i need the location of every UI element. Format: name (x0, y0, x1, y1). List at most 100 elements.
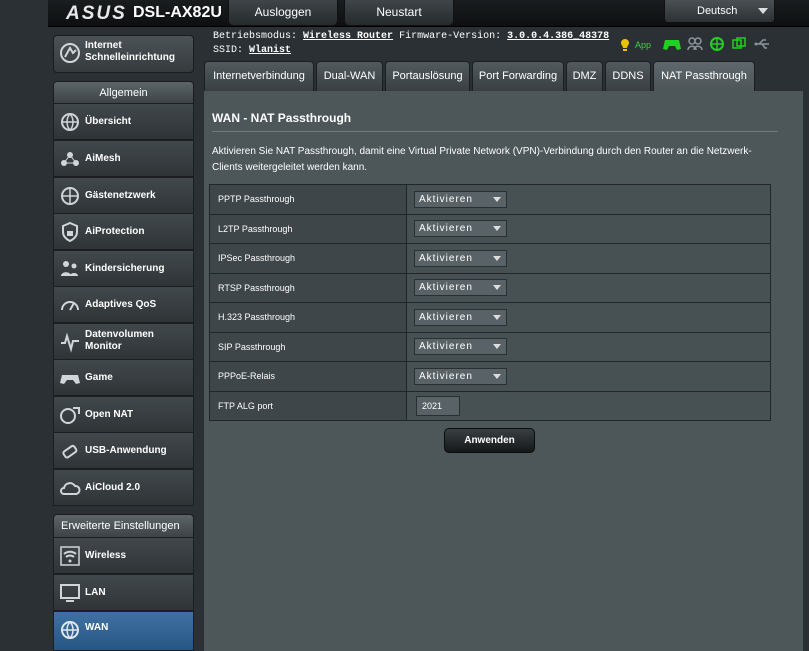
sidebar-item-label: Game (85, 372, 113, 383)
chevron-down-icon (493, 255, 501, 261)
select-value: Aktivieren (419, 311, 473, 323)
sidebar-item-wireless[interactable]: Wireless (53, 537, 194, 574)
sidebar-item-open-nat[interactable]: Open NAT (53, 396, 194, 433)
sidebar-item-aicloud[interactable]: AiCloud 2.0 (53, 469, 194, 506)
sidebar-item-aimesh[interactable]: AiMesh (53, 140, 194, 177)
l2tp-select[interactable]: Aktivieren (414, 220, 507, 238)
chevron-down-icon (493, 373, 501, 379)
wps-icon[interactable] (732, 37, 746, 51)
table-row: L2TP Passthrough Aktivieren (209, 213, 771, 244)
internet-globe-icon[interactable] (710, 37, 724, 51)
table-row: RTSP Passthrough Aktivieren (209, 272, 771, 303)
sidebar-item-label: Adaptives QoS (85, 299, 157, 310)
table-row: H.323 Passthrough Aktivieren (209, 302, 771, 333)
model-name: DSL-AX82U (133, 4, 222, 21)
main-panel: WAN - NAT Passthrough Aktivieren Sie NAT… (204, 91, 803, 651)
tab-dmz[interactable]: DMZ (566, 61, 603, 91)
sidebar-item-overview[interactable]: Übersicht (53, 103, 194, 140)
pulse-icon (61, 332, 79, 353)
mode-value[interactable]: Wireless Router (303, 31, 393, 42)
wan-globe-icon (61, 621, 79, 639)
sip-select[interactable]: Aktivieren (414, 338, 507, 356)
usb-status-icon[interactable] (754, 39, 770, 49)
ipsec-select[interactable]: Aktivieren (414, 249, 507, 267)
sidebar-item-label: AiMesh (85, 153, 121, 164)
select-value: Aktivieren (419, 370, 473, 382)
sidebar-item-label: AiProtection (85, 226, 145, 237)
tab-dual-wan[interactable]: Dual-WAN (316, 61, 383, 91)
apply-button[interactable]: Anwenden (444, 428, 535, 453)
sidebar-item-label: AiCloud 2.0 (85, 482, 141, 493)
tab-ddns[interactable]: DDNS (605, 61, 651, 91)
select-value: Aktivieren (419, 341, 473, 353)
select-value: Aktivieren (419, 252, 473, 264)
sidebar-item-lan[interactable]: LAN (53, 574, 194, 611)
ftp-alg-port-input[interactable]: 2021 (416, 395, 460, 416)
chevron-down-icon (493, 285, 501, 291)
chevron-down-icon (758, 8, 768, 14)
h323-select[interactable]: Aktivieren (414, 308, 507, 326)
table-row: SIP Passthrough Aktivieren (209, 331, 771, 362)
table-row: PPPoE-Relais Aktivieren (209, 361, 771, 392)
cloud-icon (60, 482, 81, 495)
globe-icon (61, 113, 79, 131)
sidebar-item-parental-control[interactable]: Kindersicherung (53, 250, 194, 287)
gamepad-status-icon[interactable] (663, 37, 681, 51)
asus-logo: ASUS (66, 3, 127, 24)
top-bar: ASUS DSL-AX82U Ausloggen Neustart Deutsc… (48, 0, 809, 27)
rtsp-select[interactable]: Aktivieren (414, 279, 507, 297)
sidebar-item-label: LAN (85, 587, 106, 598)
tab-port-trigger[interactable]: Portauslösung (385, 61, 470, 91)
table-row: IPSec Passthrough Aktivieren (209, 243, 771, 274)
row-label: FTP ALG port (209, 390, 407, 421)
bulb-icon[interactable] (620, 39, 630, 51)
sidebar-item-game[interactable]: Game (53, 359, 194, 396)
select-value: Aktivieren (419, 223, 473, 235)
mode-label: Betriebsmodus: (213, 31, 298, 42)
chevron-down-icon (493, 196, 501, 202)
gamepad-icon (60, 375, 80, 384)
sidebar-item-label: WAN (85, 622, 109, 633)
sidebar-item-label: Wireless (85, 550, 127, 561)
sidebar-item-wan[interactable]: WAN (53, 611, 194, 651)
app-label[interactable]: App (635, 40, 651, 50)
table-row: PPTP Passthrough Aktivieren (209, 184, 771, 215)
sidebar-item-adaptive-qos[interactable]: Adaptives QoS (53, 286, 194, 323)
ssid-value[interactable]: Wlanist (249, 45, 291, 56)
section-general: Allgemein (53, 81, 194, 104)
language-select[interactable]: Deutsch (664, 0, 775, 23)
restart-button[interactable]: Neustart (344, 0, 454, 26)
clients-icon[interactable] (687, 37, 703, 51)
sidebar-item-label: USB-Anwendung (85, 445, 167, 456)
tab-nat-passthrough[interactable]: NAT Passthrough (653, 61, 755, 91)
ssid-label: SSID: (213, 45, 244, 56)
title-divider (212, 131, 778, 132)
chevron-down-icon (493, 314, 501, 320)
sidebar-item-aiprotection[interactable]: AiProtection (53, 213, 194, 250)
tab-internet-connection[interactable]: Internetverbindung (204, 61, 314, 91)
row-label: SIP Passthrough (209, 331, 407, 362)
row-label: IPSec Passthrough (209, 243, 407, 274)
sidebar-item-traffic-monitor[interactable]: Datenvolumen Monitor (53, 323, 194, 360)
sidebar-item-usb[interactable]: USB-Anwendung (53, 432, 194, 469)
quick-setup-label: Internet Schnelleinrichtung (85, 40, 176, 63)
logout-button[interactable]: Ausloggen (228, 0, 338, 26)
pptp-select[interactable]: Aktivieren (414, 190, 507, 208)
table-row: FTP ALG port 2021 (209, 390, 771, 421)
row-label: PPTP Passthrough (209, 184, 407, 215)
firmware-label: Firmware-Version: (399, 31, 502, 42)
status-line-mode: Betriebsmodus: Wireless Router Firmware-… (213, 31, 609, 42)
quick-setup-button[interactable]: Internet Schnelleinrichtung (53, 35, 194, 73)
row-label: H.323 Passthrough (209, 302, 407, 333)
nat-globe-icon (60, 407, 80, 424)
row-label: L2TP Passthrough (209, 213, 407, 244)
tab-port-forwarding[interactable]: Port Forwarding (472, 61, 564, 91)
pppoe-relay-select[interactable]: Aktivieren (414, 367, 507, 385)
chevron-down-icon (493, 344, 501, 350)
page-title: WAN - NAT Passthrough (212, 111, 352, 125)
guest-globe-icon (61, 187, 79, 205)
status-line-ssid: SSID: Wlanist (213, 45, 291, 56)
sidebar-item-guest-network[interactable]: Gästenetzwerk (53, 177, 194, 214)
select-value: Aktivieren (419, 193, 473, 205)
firmware-value[interactable]: 3.0.0.4.386_48378 (507, 31, 609, 42)
